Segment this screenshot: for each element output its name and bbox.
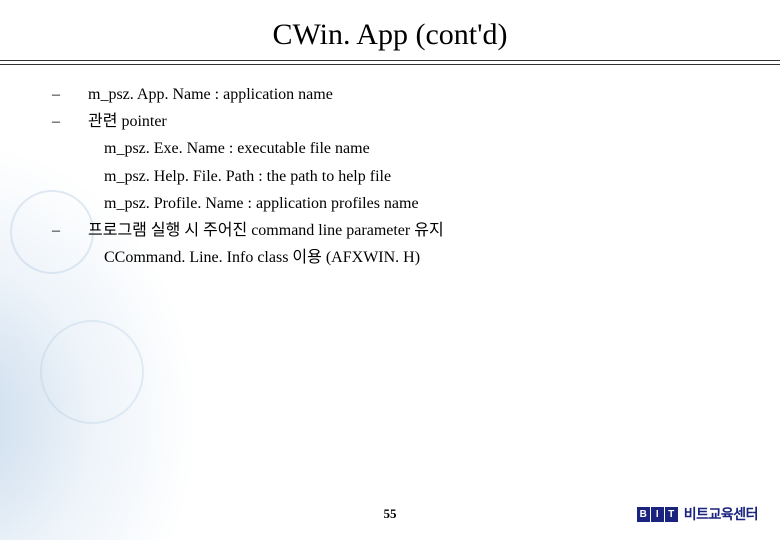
bullet-item: –관련 pointer	[70, 108, 740, 135]
bullet-item: –프로그램 실행 시 주어진 command line parameter 유지	[70, 217, 740, 244]
page-number: 55	[384, 506, 397, 522]
brand-text: 비트교육센터	[684, 504, 758, 524]
slide-title: CWin. App (cont'd)	[0, 18, 780, 52]
bullet-text: 관련 pointer	[88, 113, 167, 130]
bullet-sub-item: CCommand. Line. Info class 이용 (AFXWIN. H…	[70, 244, 740, 271]
bullet-text: m_psz. App. Name : application name	[88, 86, 333, 103]
bit-logo-icon: B I T	[637, 507, 678, 522]
slide-content: –m_psz. App. Name : application name –관련…	[0, 65, 780, 271]
bullet-text: 프로그램 실행 시 주어진 command line parameter 유지	[88, 222, 444, 239]
logo-letter: I	[651, 507, 664, 522]
logo-letter: B	[637, 507, 650, 522]
footer-brand: B I T 비트교육센터	[637, 504, 758, 524]
bullet-sub-item: m_psz. Profile. Name : application profi…	[70, 190, 740, 217]
title-area: CWin. App (cont'd)	[0, 0, 780, 60]
logo-letter: T	[665, 507, 678, 522]
bullet-sub-item: m_psz. Exe. Name : executable file name	[70, 135, 740, 162]
title-underline-1	[0, 60, 780, 61]
bullet-sub-item: m_psz. Help. File. Path : the path to he…	[70, 163, 740, 190]
bullet-item: –m_psz. App. Name : application name	[70, 81, 740, 108]
